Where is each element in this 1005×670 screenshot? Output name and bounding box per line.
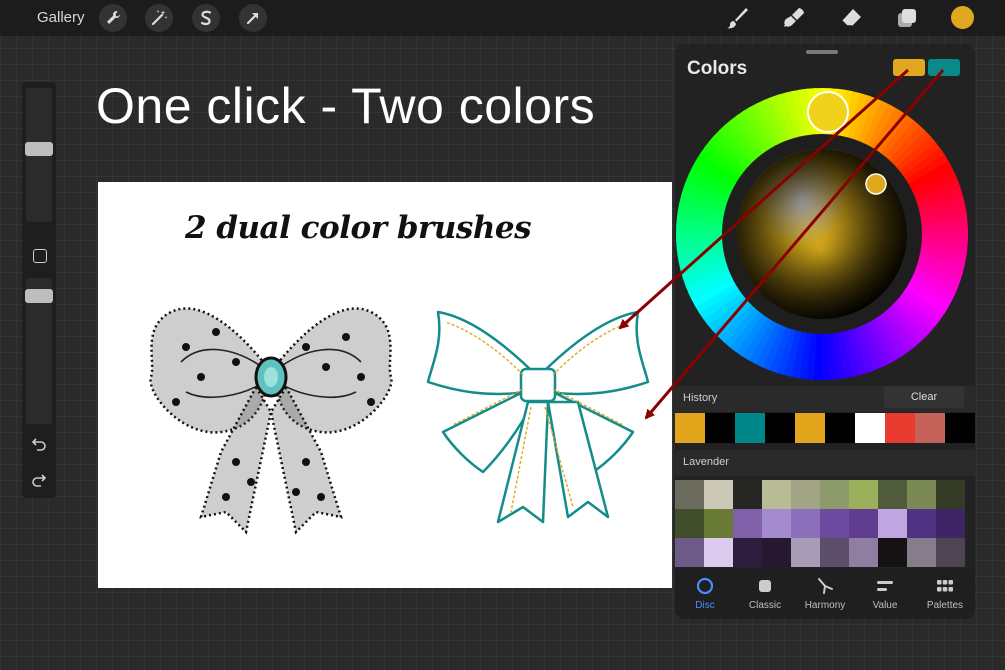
palette-swatch[interactable]: [675, 509, 704, 538]
colors-panel: Colors History Clear Lavender Disc Class…: [675, 44, 975, 619]
tab-harmony[interactable]: Harmony: [795, 569, 855, 619]
palette-swatch[interactable]: [762, 538, 791, 567]
headline-text: One click - Two colors: [96, 78, 596, 134]
palette-swatch[interactable]: [936, 480, 965, 509]
palette-header: Lavender: [675, 450, 975, 476]
palette-swatch[interactable]: [907, 538, 936, 567]
secondary-color-swatch[interactable]: [928, 59, 960, 76]
top-toolbar: Gallery: [0, 0, 1005, 36]
layers-icon[interactable]: [894, 5, 920, 31]
palette-swatch[interactable]: [791, 509, 820, 538]
move-arrow-icon[interactable]: [239, 4, 267, 32]
saturation-picker-knob: [865, 173, 887, 195]
color-disc[interactable]: [675, 88, 975, 380]
palette-swatch[interactable]: [936, 538, 965, 567]
palette-swatch[interactable]: [878, 538, 907, 567]
drawing-canvas[interactable]: 2 dual color brushes: [98, 182, 672, 588]
history-swatch[interactable]: [675, 413, 705, 443]
palette-swatch[interactable]: [704, 509, 733, 538]
palette-swatch[interactable]: [849, 538, 878, 567]
harmony-icon: [818, 578, 833, 594]
primary-color-swatch[interactable]: [893, 59, 925, 76]
palette-swatch[interactable]: [733, 509, 762, 538]
square-icon[interactable]: [33, 249, 47, 263]
history-swatch[interactable]: [945, 413, 975, 443]
palette-swatch[interactable]: [936, 509, 965, 538]
redo-icon[interactable]: [31, 472, 47, 488]
palette-swatch[interactable]: [878, 509, 907, 538]
palette-swatch[interactable]: [762, 509, 791, 538]
disc-icon: [696, 577, 714, 595]
undo-icon[interactable]: [31, 436, 47, 452]
tab-disc[interactable]: Disc: [675, 569, 735, 619]
palette-swatch[interactable]: [878, 480, 907, 509]
brush-size-handle[interactable]: [25, 142, 53, 156]
palette-swatch[interactable]: [849, 480, 878, 509]
palette-swatch[interactable]: [675, 538, 704, 567]
hue-picker-knob: [807, 91, 849, 133]
palette-swatch[interactable]: [704, 480, 733, 509]
tab-classic[interactable]: Classic: [735, 569, 795, 619]
classic-icon: [759, 580, 771, 592]
palette-swatch[interactable]: [820, 480, 849, 509]
palette-swatch[interactable]: [733, 538, 762, 567]
magic-wand-icon[interactable]: [145, 4, 173, 32]
smudge-icon[interactable]: [782, 5, 808, 31]
palette-swatch[interactable]: [907, 480, 936, 509]
history-label: History: [683, 392, 718, 404]
opacity-handle[interactable]: [25, 289, 53, 303]
color-mode-tabs: Disc Classic Harmony Value Palettes: [675, 569, 975, 619]
history-swatch[interactable]: [735, 413, 765, 443]
left-sidebar: [22, 82, 56, 498]
palette-name: Lavender: [683, 456, 729, 468]
history-swatches: [675, 413, 975, 443]
palette-swatch[interactable]: [675, 480, 704, 509]
ribbon-bow-illustration: [426, 310, 650, 524]
palette-swatch[interactable]: [733, 480, 762, 509]
history-swatch[interactable]: [795, 413, 825, 443]
tab-value[interactable]: Value: [855, 569, 915, 619]
palette-swatch[interactable]: [791, 538, 820, 567]
tab-palettes[interactable]: Palettes: [915, 569, 975, 619]
eraser-icon[interactable]: [838, 5, 864, 31]
panel-grabber[interactable]: [806, 50, 838, 54]
palette-swatch[interactable]: [704, 538, 733, 567]
palette-swatch[interactable]: [820, 509, 849, 538]
palette-swatch[interactable]: [907, 509, 936, 538]
history-swatch[interactable]: [825, 413, 855, 443]
palette-swatch[interactable]: [849, 509, 878, 538]
palette-swatch[interactable]: [762, 480, 791, 509]
wrench-icon[interactable]: [99, 4, 127, 32]
history-swatch[interactable]: [705, 413, 735, 443]
history-swatch[interactable]: [885, 413, 915, 443]
palette-grid: [675, 480, 975, 567]
selection-icon[interactable]: [192, 4, 220, 32]
history-swatch[interactable]: [855, 413, 885, 443]
palette-swatch[interactable]: [791, 480, 820, 509]
canvas-title: 2 dual color brushes: [184, 210, 532, 246]
value-icon: [877, 581, 893, 591]
gallery-button[interactable]: Gallery: [37, 9, 85, 26]
palettes-icon: [937, 580, 953, 592]
history-swatch[interactable]: [915, 413, 945, 443]
palette-swatch[interactable]: [820, 538, 849, 567]
lace-bow-illustration: [149, 307, 393, 535]
brush-icon[interactable]: [724, 5, 750, 31]
current-color-button[interactable]: [951, 6, 974, 29]
panel-title: Colors: [687, 58, 748, 79]
history-swatch[interactable]: [765, 413, 795, 443]
clear-button[interactable]: Clear: [884, 386, 964, 408]
